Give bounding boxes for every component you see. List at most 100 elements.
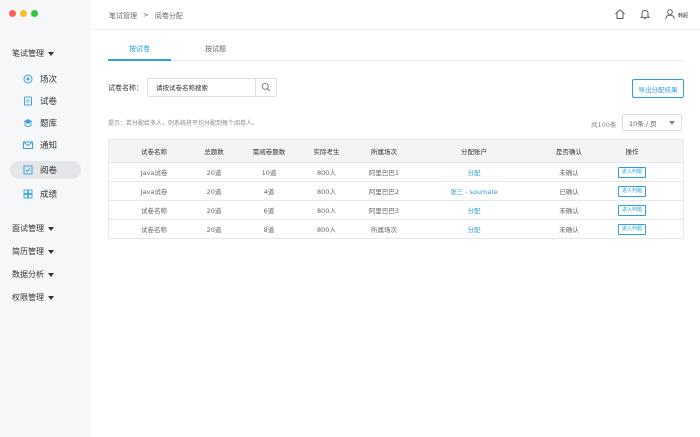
user-menu[interactable]: 韩超 (664, 8, 688, 22)
sidebar-item-label: 通知 (40, 141, 58, 151)
confirm-status-cell: 已确认 (559, 188, 579, 196)
chevron-down-icon (48, 249, 54, 254)
total-questions-cell: 20道 (206, 226, 222, 234)
session-cell: 阿里巴巴2 (368, 188, 400, 196)
confirm-status-cell: 未确认 (559, 169, 579, 177)
session-cell: 所属场次 (371, 226, 397, 234)
assign-link[interactable]: 分配 (429, 163, 519, 181)
operation-cell: 进入判题 (607, 163, 657, 181)
paper-name-cell: Java试卷 (140, 169, 168, 177)
assign-link[interactable]: 分配 (429, 201, 519, 219)
search-box (147, 78, 277, 97)
operation-cell: 进入判题 (607, 220, 657, 238)
sidebar-item-question-bank[interactable]: 题库 (10, 114, 81, 132)
search-input[interactable] (148, 83, 256, 92)
breadcrumb-item[interactable]: 笔试管理 (109, 11, 137, 21)
enter-grading-button[interactable]: 进入判题 (617, 204, 646, 216)
sidebar-group-permission[interactable]: 权限管理 (12, 292, 54, 303)
window-controls (9, 10, 38, 17)
sidebar-item-notice[interactable]: 通知 (10, 136, 81, 154)
marking-icon (23, 165, 33, 175)
candidates-cell: 800人 (317, 226, 336, 234)
session-cell: 阿里巴巴1 (368, 169, 400, 177)
marking-questions-cell: 10道 (261, 169, 277, 177)
column-header: 所属场次 (371, 148, 397, 156)
home-icon[interactable] (614, 8, 626, 22)
table-row: Java试卷 20道 4道 800人 阿里巴巴2 张三 - soumate 已确… (109, 181, 683, 200)
chevron-down-icon (48, 51, 54, 56)
page-size-select[interactable]: 10条 / 页 (622, 114, 682, 131)
sidebar-item-label: 题库 (40, 119, 58, 129)
sidebar-group-label: 权限管理 (12, 293, 44, 302)
score-icon (23, 189, 33, 199)
minimize-window-button[interactable] (20, 10, 27, 17)
marking-questions-cell: 4道 (263, 188, 275, 196)
paper-name-cell: Java试卷 (140, 188, 168, 196)
chevron-down-icon (48, 272, 54, 277)
operation-cell: 进入判题 (607, 201, 657, 219)
venue-icon (23, 74, 33, 84)
paper-name-cell: 试卷名称 (141, 207, 167, 215)
enter-grading-button[interactable]: 进入判题 (617, 185, 646, 197)
column-header: 实际考生 (313, 148, 340, 156)
sidebar-group-label: 数据分析 (12, 270, 44, 279)
breadcrumb-separator: > (143, 11, 149, 19)
table-row: Java试卷 20道 10道 800人 阿里巴巴1 分配 未确认 进入判题 (109, 162, 683, 181)
candidates-cell: 800人 (317, 188, 336, 196)
username: 韩超 (677, 12, 688, 19)
maximize-window-button[interactable] (31, 10, 38, 17)
total-questions-cell: 20道 (206, 207, 222, 215)
marking-questions-cell: 8道 (263, 226, 275, 234)
page-size-value: 10条 / 页 (629, 119, 657, 128)
total-count: 共100条 (591, 121, 617, 129)
sidebar-item-marking[interactable]: 阅卷 (10, 161, 81, 179)
sidebar-item-score[interactable]: 成绩 (10, 185, 81, 203)
operation-cell: 进入判题 (607, 182, 657, 200)
total-questions-cell: 20道 (206, 169, 222, 177)
sidebar-group-exam[interactable]: 笔试管理 (12, 48, 54, 59)
sidebar-group-analysis[interactable]: 数据分析 (12, 269, 54, 280)
sidebar-item-label: 场次 (40, 75, 58, 85)
column-header: 是否确认 (556, 148, 582, 156)
marking-questions-cell: 6道 (263, 207, 275, 215)
chevron-down-icon (669, 121, 675, 125)
sidebar-group-label: 面试管理 (12, 224, 44, 233)
sidebar-group-label: 笔试管理 (12, 49, 44, 58)
column-header: 操作 (625, 148, 639, 156)
sidebar-group-label: 简历管理 (12, 247, 44, 256)
close-window-button[interactable] (9, 10, 16, 17)
sidebar-item-label: 阅卷 (40, 166, 58, 176)
assigned-account-link[interactable]: 张三 - soumate (429, 182, 519, 200)
header-actions: 韩超 (614, 8, 688, 22)
assign-link[interactable]: 分配 (429, 220, 519, 238)
confirm-status-cell: 未确认 (559, 207, 579, 215)
tab-by-question[interactable]: 按试题 (205, 44, 226, 54)
search-button[interactable] (255, 79, 276, 96)
candidates-cell: 800人 (317, 169, 336, 177)
sidebar-item-venue[interactable]: 场次 (10, 70, 81, 88)
sidebar-group-resume[interactable]: 简历管理 (12, 246, 54, 257)
chevron-down-icon (48, 295, 54, 300)
column-header: 试卷名称 (141, 148, 167, 156)
active-tab-indicator (108, 59, 171, 61)
column-header: 需阅卷题数 (252, 148, 286, 156)
sidebar-item-paper[interactable]: 试卷 (10, 92, 81, 110)
tab-bar: 按试卷 按试题 (108, 38, 684, 61)
tab-by-paper[interactable]: 按试卷 (129, 44, 150, 54)
bell-icon[interactable] (639, 8, 651, 22)
paper-icon (23, 96, 33, 106)
allocation-table: 试卷名称 总题数 需阅卷题数 实际考生 所属场次 分配账户 是否确认 操作 Ja… (108, 139, 684, 239)
sidebar: 笔试管理 场次 试卷 题库 通知 阅卷 成绩 面试管理 简历管理 数据分析 权限… (0, 0, 91, 437)
search-label: 试卷名称： (108, 84, 143, 92)
column-header: 总题数 (204, 148, 224, 156)
paper-name-cell: 试卷名称 (141, 226, 167, 234)
sidebar-group-interview[interactable]: 面试管理 (12, 223, 54, 234)
enter-grading-button[interactable]: 进入判题 (617, 166, 646, 178)
candidates-cell: 800人 (317, 207, 336, 215)
hint-text: 提示：若分配给多人，则系统将平均分配到每个阅卷人。 (108, 120, 259, 127)
column-header: 分配账户 (461, 148, 487, 156)
breadcrumb: 笔试管理 > 阅卷分配 (109, 11, 183, 21)
export-allocation-button[interactable]: 导出分配结果 (632, 79, 684, 98)
table-row: 试卷名称 20道 6道 800人 阿里巴巴3 分配 未确认 进入判题 (109, 200, 683, 219)
enter-grading-button[interactable]: 进入判题 (617, 223, 646, 235)
